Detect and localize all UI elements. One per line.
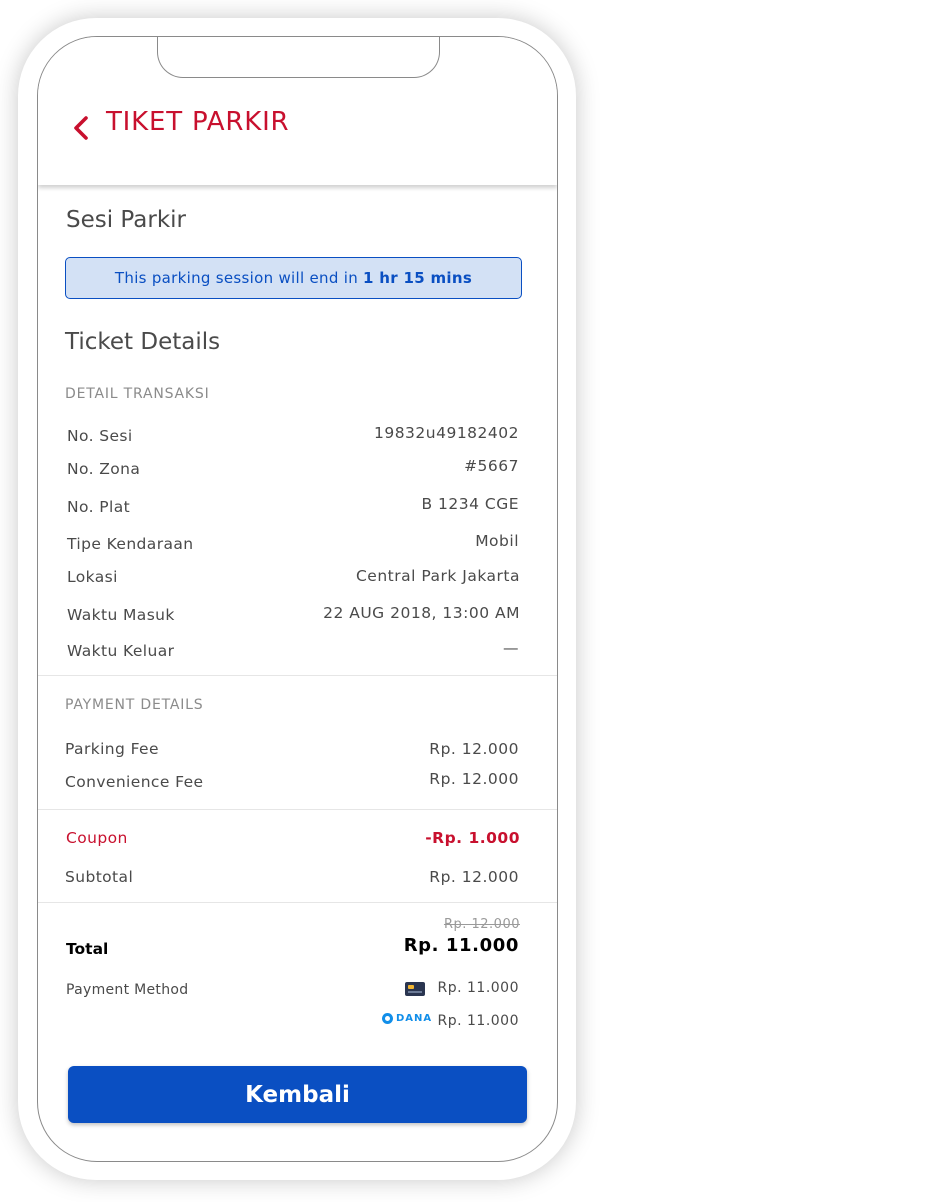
app-header: TIKET PARKIR [38, 37, 557, 185]
vehicle-type-value: Mobil [475, 532, 519, 550]
session-number-value: 19832u49182402 [373, 424, 519, 442]
payment-section-label: PAYMENT DETAILS [65, 697, 204, 713]
dana-brand-text: DANA [396, 1013, 433, 1024]
session-banner: This parking session will end in 1 hr 15… [65, 257, 522, 299]
total-value: Rp. 11.000 [403, 935, 519, 956]
divider [38, 902, 557, 903]
exit-time-label: Waktu Keluar [67, 642, 175, 660]
divider [38, 675, 557, 676]
total-label: Total [66, 940, 109, 958]
parking-fee-value: Rp. 12.000 [429, 740, 519, 758]
vehicle-type-label: Tipe Kendaraan [67, 535, 194, 553]
session-remaining-time: 1 hr 15 mins [363, 269, 473, 287]
convenience-fee-label: Convenience Fee [65, 773, 204, 791]
location-value: Central Park Jakarta [355, 567, 520, 585]
session-banner-text: This parking session will end in [114, 269, 359, 287]
phone-screen: TIKET PARKIR Sesi Parkir This parking se… [37, 36, 558, 1162]
plate-number-value: B 1234 CGE [421, 495, 519, 513]
subtotal-label: Subtotal [65, 868, 134, 886]
card-payment-amount: Rp. 11.000 [437, 980, 519, 996]
back-button[interactable]: Kembali [68, 1066, 527, 1123]
plate-number-label: No. Plat [67, 498, 131, 516]
ticket-details-title: Ticket Details [65, 329, 221, 355]
entry-time-value: 22 AUG 2018, 13:00 AM [323, 604, 520, 622]
zone-number-value: #5667 [464, 457, 519, 475]
location-label: Lokasi [67, 568, 118, 586]
dana-logo-icon: DANA [382, 1013, 432, 1024]
divider [38, 809, 557, 810]
dana-payment-amount: Rp. 11.000 [437, 1013, 519, 1029]
coupon-value: -Rp. 1.000 [425, 829, 520, 847]
payment-method-label: Payment Method [66, 982, 189, 998]
credit-card-icon [405, 982, 425, 996]
page-title: TIKET PARKIR [106, 107, 290, 137]
original-total: Rp. 12.000 [443, 917, 520, 932]
ticket-content: Sesi Parkir This parking session will en… [38, 185, 557, 1161]
zone-number-label: No. Zona [67, 460, 141, 478]
phone-notch [157, 37, 440, 78]
parking-fee-label: Parking Fee [65, 740, 159, 758]
session-title: Sesi Parkir [66, 207, 186, 233]
transaction-section-label: DETAIL TRANSAKSI [65, 386, 210, 402]
subtotal-value: Rp. 12.000 [429, 868, 519, 886]
chevron-left-icon[interactable] [71, 115, 91, 141]
entry-time-label: Waktu Masuk [67, 606, 175, 624]
coupon-label: Coupon [66, 829, 128, 847]
exit-time-value: — [503, 639, 519, 657]
convenience-fee-value: Rp. 12.000 [429, 770, 519, 788]
session-number-label: No. Sesi [67, 427, 133, 445]
